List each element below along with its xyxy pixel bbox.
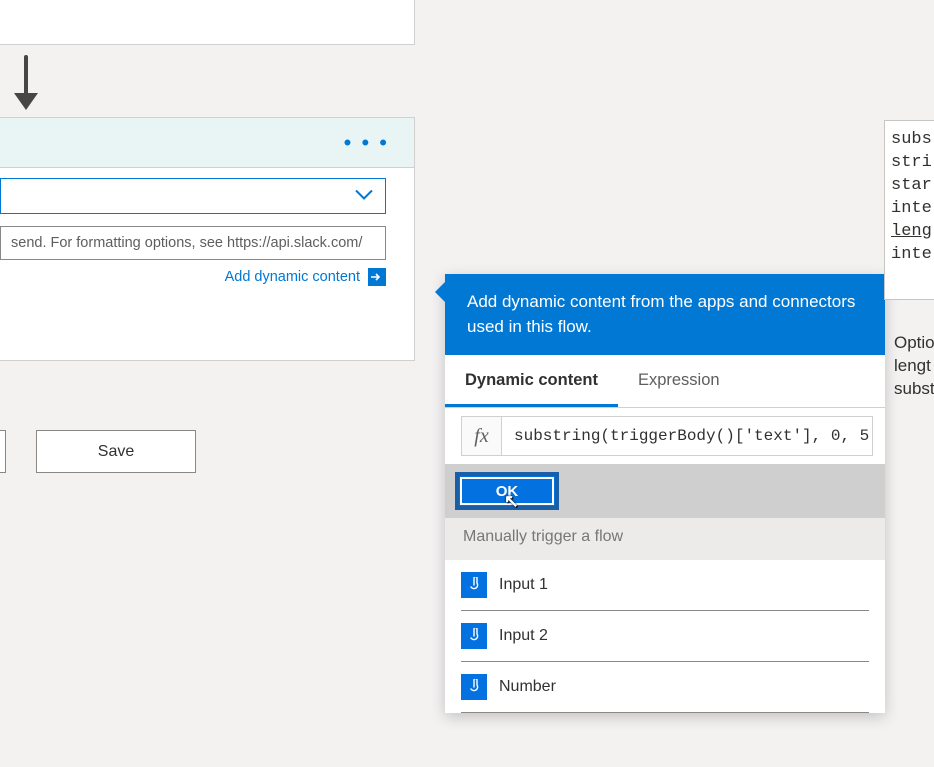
prev-button-fragment — [0, 430, 6, 473]
token-label: Input 2 — [499, 627, 548, 645]
token-label: Input 1 — [499, 576, 548, 594]
hand-point-icon — [461, 674, 487, 700]
fx-icon: fx — [461, 416, 501, 456]
save-button[interactable]: Save — [36, 430, 196, 473]
chevron-down-icon — [355, 188, 373, 205]
channel-dropdown[interactable] — [0, 178, 386, 214]
dynamic-token-item[interactable]: Number — [461, 662, 869, 713]
footer-button-row: Save — [0, 430, 196, 473]
dynamic-token-item[interactable]: Input 1 — [461, 560, 869, 611]
hand-point-icon — [461, 572, 487, 598]
callout-pointer-icon — [435, 282, 445, 302]
hint-line: inte — [891, 198, 934, 221]
hint-line: subs — [891, 129, 934, 152]
intellisense-tooltip: subs stri star inte leng inte — [884, 120, 934, 300]
ok-bar: OK ↖ — [445, 464, 885, 518]
dynamic-content-panel: Add dynamic content from the apps and co… — [445, 274, 885, 713]
hint-line: lengt — [894, 355, 934, 378]
expression-input-row: fx substring(triggerBody()['text'], 0, 5… — [445, 408, 885, 464]
hint-line: star — [891, 175, 934, 198]
hint-line: leng — [891, 221, 934, 244]
hint-line: subst — [894, 378, 934, 401]
token-label: Number — [499, 678, 556, 696]
dynamic-panel-header: Add dynamic content from the apps and co… — [445, 274, 885, 355]
action-card-header: • • • — [0, 118, 414, 168]
tab-dynamic-content[interactable]: Dynamic content — [445, 355, 618, 407]
trigger-section-label: Manually trigger a flow — [445, 518, 885, 560]
hint-line: Optio — [894, 332, 934, 355]
action-card: • • • send. For formatting options, see … — [0, 117, 415, 361]
hint-line: inte — [891, 244, 934, 267]
add-dynamic-content-link[interactable]: Add dynamic content — [225, 269, 360, 285]
dynamic-token-item[interactable]: Input 2 — [461, 611, 869, 662]
ellipsis-icon: • • • — [344, 130, 389, 156]
ok-button[interactable]: OK ↖ — [455, 472, 559, 510]
flow-arrow-icon — [10, 55, 42, 110]
message-text-input[interactable]: send. For formatting options, see https:… — [0, 226, 386, 260]
card-menu-button[interactable]: • • • — [344, 118, 389, 168]
tab-expression[interactable]: Expression — [618, 355, 740, 407]
previous-step-card — [0, 0, 415, 45]
ok-button-label: OK — [496, 483, 519, 500]
expression-input[interactable]: substring(triggerBody()['text'], 0, 5) — [501, 416, 873, 456]
hint-line: stri — [891, 152, 934, 175]
dynamic-panel-tabs: Dynamic content Expression — [445, 355, 885, 408]
add-dynamic-content-icon — [368, 268, 386, 286]
dynamic-token-list: Input 1 Input 2 Number — [445, 560, 885, 713]
hand-point-icon — [461, 623, 487, 649]
intellisense-description: Optio lengt subst — [894, 332, 934, 401]
